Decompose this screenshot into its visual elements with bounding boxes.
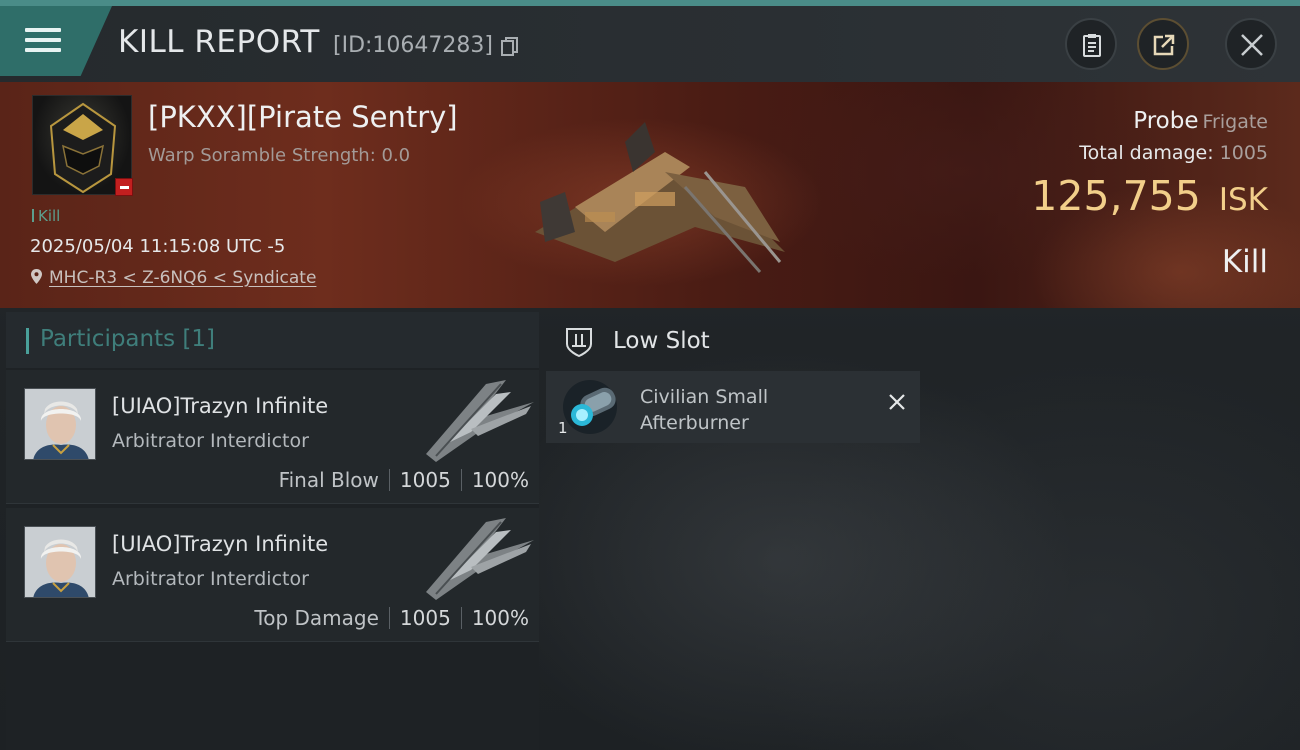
header-accent-bar [26, 328, 29, 354]
pilot-portrait-icon [25, 527, 95, 597]
kill-type: Kill [1221, 244, 1268, 280]
close-icon [1241, 34, 1263, 56]
pilot-portrait-icon [25, 389, 95, 459]
participant-stats: Top Damage 1005 100% [254, 606, 529, 630]
location-text: MHC-R3 < Z-6NQ6 < Syndicate [49, 268, 317, 288]
afterburner-icon [563, 380, 617, 434]
clipboard-icon [1083, 34, 1101, 57]
participant-ship-image [426, 518, 534, 600]
clipboard-button[interactable] [1065, 18, 1117, 70]
isk-unit: ISK [1218, 182, 1268, 218]
participant-ship: Arbitrator Interdictor [112, 568, 309, 590]
total-damage-label: Total damage: [1079, 142, 1214, 164]
timestamp: 2025/05/04 11:15:08 UTC -5 [30, 236, 286, 257]
destroyed-x-icon [889, 394, 905, 410]
participant-ship: Arbitrator Interdictor [112, 430, 309, 452]
participant-row[interactable]: [UIAO]Trazyn Infinite Arbitrator Interdi… [6, 508, 539, 642]
participant-percent: 100% [471, 606, 529, 630]
module-quantity: 1 [558, 419, 568, 437]
location-pin-icon [31, 269, 42, 284]
participants-title: Participants [1] [40, 326, 215, 352]
participant-name: [UIAO]Trazyn Infinite [112, 394, 329, 418]
total-damage-value: 1005 [1219, 142, 1268, 164]
avatar[interactable] [24, 388, 96, 460]
participant-damage: 1005 [399, 606, 451, 630]
participant-damage: 1005 [399, 468, 451, 492]
hamburger-icon [25, 28, 61, 54]
ship-name: Probe [1133, 108, 1199, 134]
avatar[interactable] [24, 526, 96, 598]
victim-banner: [PKXX][Pirate Sentry] Warp Soramble Stre… [0, 82, 1300, 308]
victim-name: [PKXX][Pirate Sentry] [148, 100, 458, 134]
share-icon [1153, 34, 1175, 56]
report-id: [ID:10647283] [333, 33, 493, 58]
copy-icon[interactable] [501, 37, 519, 57]
victim-ship-image [535, 122, 785, 273]
ship-name-row: Probe Frigate [1133, 108, 1268, 134]
close-button[interactable] [1225, 18, 1277, 70]
participant-name: [UIAO]Trazyn Infinite [112, 532, 329, 556]
participant-role: Final Blow [278, 468, 379, 492]
participant-ship-image [426, 380, 534, 462]
warp-scramble-strength: Warp Soramble Strength: 0.0 [148, 145, 411, 166]
participant-stats: Final Blow 1005 100% [279, 468, 529, 492]
location-link[interactable]: MHC-R3 < Z-6NQ6 < Syndicate [30, 268, 316, 288]
isk-value-row: 125,755 ISK [1031, 172, 1268, 220]
low-slot-icon [566, 328, 592, 358]
share-button[interactable] [1137, 18, 1189, 70]
total-damage-row: Total damage: 1005 [1079, 142, 1268, 164]
participants-header: Participants [1] [6, 312, 539, 368]
participant-row[interactable]: [UIAO]Trazyn Infinite Arbitrator Interdi… [6, 370, 539, 504]
low-slot-title: Low Slot [613, 328, 710, 354]
participants-panel: Participants [1] [UIAO]Trazyn Infinite A… [6, 312, 539, 750]
participant-role: Top Damage [254, 606, 379, 630]
participant-percent: 100% [471, 468, 529, 492]
ship-class: Frigate [1202, 111, 1268, 133]
module-item[interactable]: 1 Civilian Small Afterburner [546, 371, 920, 443]
hostile-badge [115, 178, 133, 196]
isk-value: 125,755 [1031, 172, 1201, 220]
page-title: KILL REPORT [118, 24, 320, 60]
kill-tag: Kill [32, 207, 60, 225]
module-name: Civilian Small Afterburner [640, 386, 769, 434]
